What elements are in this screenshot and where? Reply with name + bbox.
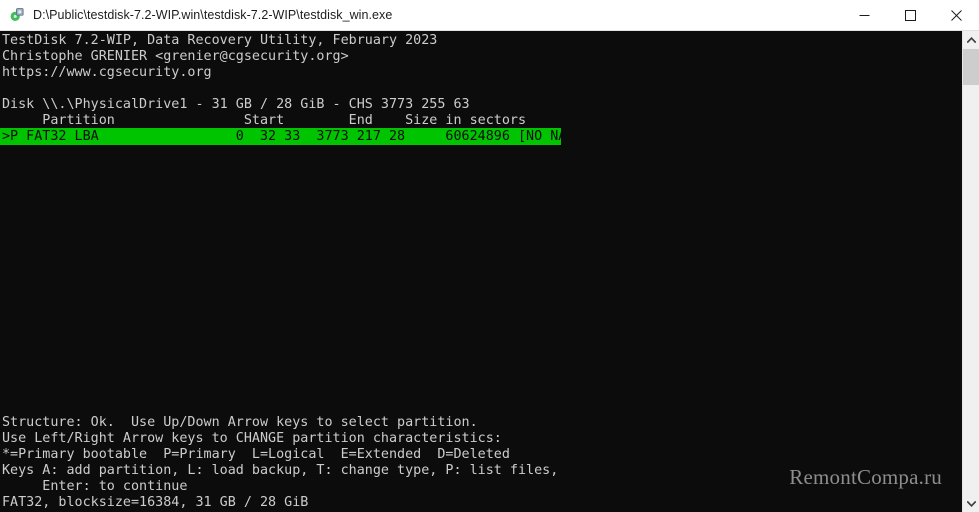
- arrow-keys-help-line: Use Left/Right Arrow keys to CHANGE part…: [2, 431, 502, 446]
- enter-help-line: Enter: to continue: [2, 479, 188, 494]
- chevron-down-icon: [966, 500, 976, 507]
- maximize-icon: [904, 10, 916, 21]
- window-title: D:\Public\testdisk-7.2-WIP.win\testdisk-…: [33, 8, 393, 22]
- filesystem-summary-line: FAT32, blocksize=16384, 31 GB / 28 GiB: [2, 495, 309, 510]
- close-icon: [950, 10, 962, 21]
- partition-row[interactable]: >P FAT32 LBA 0 32 33 3773 217 28 6062489…: [0, 128, 591, 145]
- disk-info-line: Disk \\.\PhysicalDrive1 - 31 GB / 28 GiB…: [2, 97, 470, 112]
- maximize-button[interactable]: [887, 0, 933, 31]
- scrollbar-thumb[interactable]: [963, 49, 979, 85]
- structure-status-line: Structure: Ok. Use Up/Down Arrow keys to…: [2, 415, 478, 430]
- close-button[interactable]: [933, 0, 979, 31]
- app-banner-line: TestDisk 7.2-WIP, Data Recovery Utility,…: [2, 33, 438, 48]
- website-line: https://www.cgsecurity.org: [2, 65, 212, 80]
- vertical-scrollbar[interactable]: [962, 31, 979, 512]
- minimize-icon: [859, 15, 869, 16]
- author-line: Christophe GRENIER <grenier@cgsecurity.o…: [2, 49, 349, 64]
- chevron-up-icon: [966, 36, 976, 43]
- title-bar: D:\Public\testdisk-7.2-WIP.win\testdisk-…: [0, 0, 979, 31]
- scroll-up-button[interactable]: [963, 31, 979, 48]
- partition-row-text: >P FAT32 LBA 0 32 33 3773 217 28 6062489…: [2, 129, 591, 144]
- partition-table-header: Partition Start End Size in sectors: [2, 113, 527, 128]
- keys-help-line: Keys A: add partition, L: load backup, T…: [2, 463, 559, 478]
- scroll-down-button[interactable]: [963, 495, 979, 512]
- watermark: RemontCompa.ru: [789, 465, 942, 489]
- application-window: D:\Public\testdisk-7.2-WIP.win\testdisk-…: [0, 0, 979, 512]
- window-controls: [841, 0, 979, 31]
- disk-app-icon: [9, 7, 25, 23]
- minimize-button[interactable]: [841, 0, 887, 31]
- partition-types-legend: *=Primary bootable P=Primary L=Logical E…: [2, 447, 510, 462]
- terminal-console[interactable]: TestDisk 7.2-WIP, Data Recovery Utility,…: [0, 31, 962, 512]
